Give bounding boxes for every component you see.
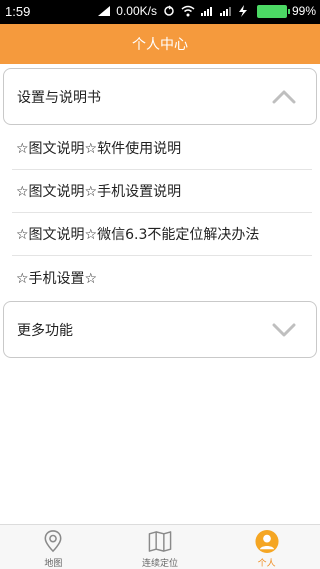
map-pin-icon bbox=[44, 530, 62, 553]
tab-personal-label: 个人 bbox=[257, 559, 276, 569]
list-item-label: ☆图文说明☆软件使用说明 bbox=[16, 141, 182, 157]
mobile-signal-icon bbox=[200, 5, 214, 17]
content-area: 设置与说明书 ☆图文说明☆软件使用说明 ☆图文说明☆手机设置说明 ☆图文说明☆微… bbox=[0, 64, 320, 524]
status-right: 0.00K/s 99% bbox=[97, 4, 316, 18]
list-item-software-guide[interactable]: ☆图文说明☆软件使用说明 bbox=[12, 127, 312, 170]
section-more-features-header[interactable]: 更多功能 bbox=[3, 301, 317, 358]
chevron-up-icon bbox=[272, 90, 296, 104]
list-item-wechat-location-fix[interactable]: ☆图文说明☆微信6.3不能定位解决办法 bbox=[12, 213, 312, 256]
net-speed: 0.00K/s bbox=[116, 4, 157, 18]
bottom-tab-bar: 地图 连续定位 个人 bbox=[0, 524, 320, 569]
list-item-label: ☆图文说明☆手机设置说明 bbox=[16, 184, 182, 200]
charging-icon bbox=[238, 5, 252, 17]
title-bar: 个人中心 bbox=[0, 24, 320, 64]
section-settings-label: 设置与说明书 bbox=[17, 89, 101, 106]
list-item-phone-settings[interactable]: ☆手机设置☆ bbox=[12, 256, 312, 299]
list-item-label: ☆图文说明☆微信6.3不能定位解决办法 bbox=[16, 227, 260, 243]
status-time: 1:59 bbox=[5, 4, 31, 19]
page-title: 个人中心 bbox=[132, 37, 188, 53]
signal-icon bbox=[97, 5, 111, 17]
battery-icon bbox=[256, 4, 290, 18]
wifi-icon bbox=[181, 5, 195, 17]
folded-map-icon bbox=[148, 531, 172, 552]
list-item-label: ☆手机设置☆ bbox=[16, 270, 98, 287]
sync-icon bbox=[162, 5, 176, 17]
tab-continuous-location-label: 连续定位 bbox=[142, 559, 179, 569]
tab-map[interactable]: 地图 bbox=[0, 525, 107, 569]
list-item-phone-settings-guide[interactable]: ☆图文说明☆手机设置说明 bbox=[12, 170, 312, 213]
section-more-features-label: 更多功能 bbox=[17, 322, 73, 339]
tab-map-label: 地图 bbox=[44, 559, 63, 569]
mobile-signal-icon-2 bbox=[219, 5, 233, 17]
battery-level: 99% bbox=[291, 4, 316, 18]
status-bar: 1:59 0.00K/s 99% bbox=[0, 0, 320, 24]
section-settings-header[interactable]: 设置与说明书 bbox=[3, 68, 317, 125]
chevron-down-icon bbox=[272, 323, 296, 337]
tab-personal[interactable]: 个人 bbox=[213, 525, 320, 569]
tab-continuous-location[interactable]: 连续定位 bbox=[107, 525, 214, 569]
person-icon bbox=[255, 529, 279, 554]
